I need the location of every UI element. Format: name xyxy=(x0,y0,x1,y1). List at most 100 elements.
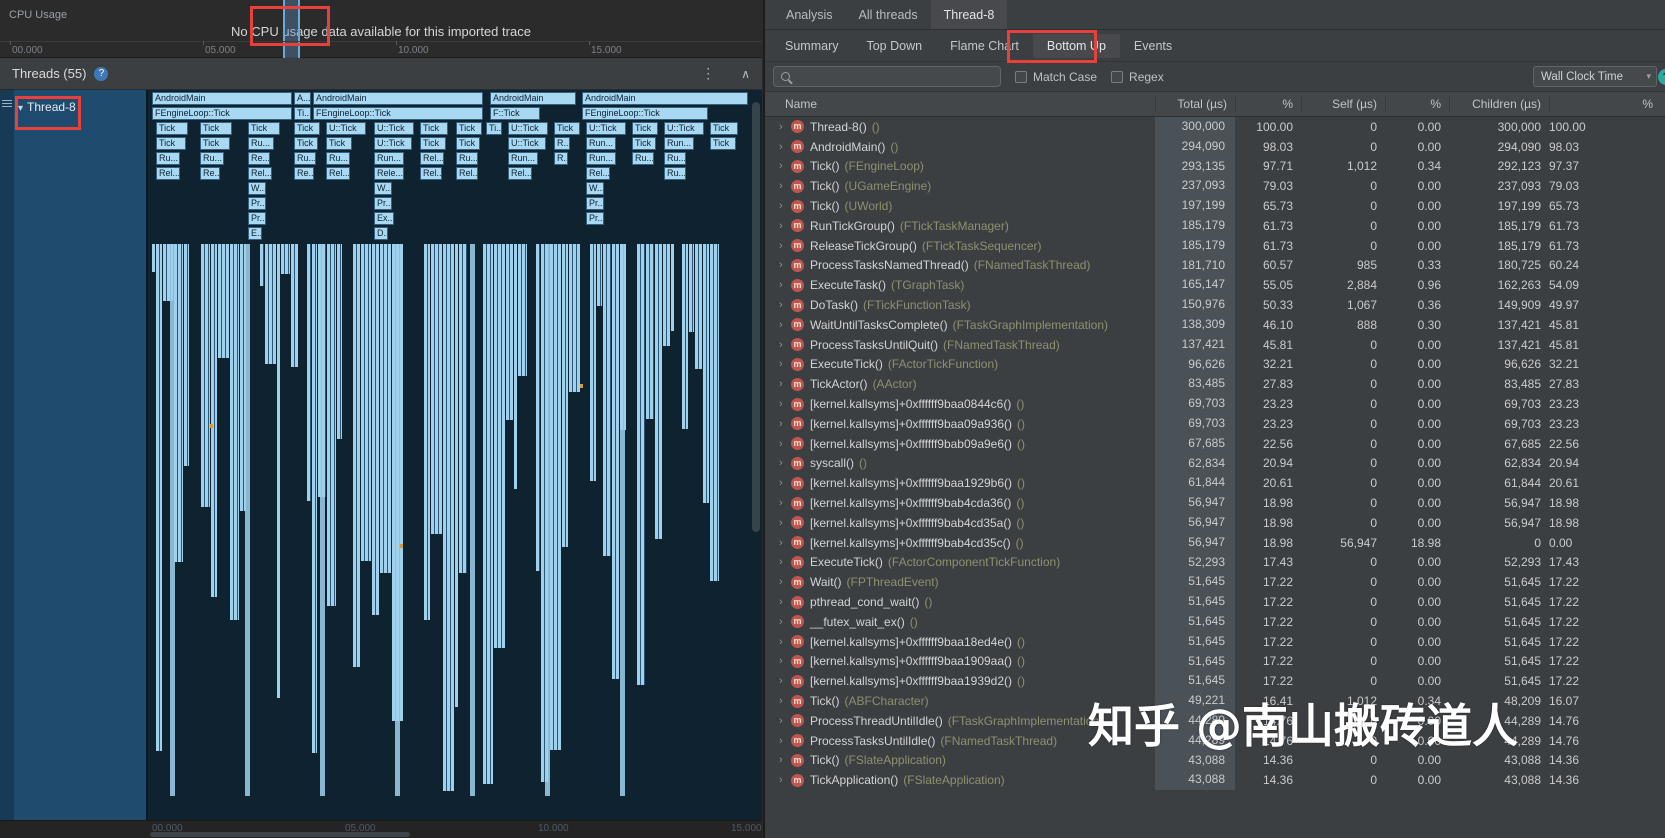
table-row[interactable]: › m ExecuteTick() (FActorComponentTickFunct… xyxy=(765,552,1665,573)
subtab-events[interactable]: Events xyxy=(1120,34,1186,58)
table-row[interactable]: › m Tick() (UGameEngine) 237,093 79.03 0 0.00 23… xyxy=(765,176,1665,197)
flame-column[interactable] xyxy=(455,244,458,707)
expand-chevron-icon[interactable]: › xyxy=(779,121,791,133)
column-header-1[interactable]: Total (µs) xyxy=(1155,97,1235,111)
expand-chevron-icon[interactable]: › xyxy=(779,636,791,648)
flame-block[interactable]: R... xyxy=(554,137,570,150)
flame-block[interactable]: Ru... xyxy=(156,152,180,165)
flame-block[interactable]: Run... xyxy=(586,152,616,165)
collapse-chevron-icon[interactable]: ∧ xyxy=(741,67,750,81)
vertical-scrollbar-thumb[interactable] xyxy=(752,102,760,532)
flame-column[interactable] xyxy=(689,244,694,332)
flame-block[interactable]: Ru... xyxy=(664,152,686,165)
flame-column[interactable] xyxy=(682,244,688,429)
tab-analysis[interactable]: Analysis xyxy=(773,0,846,29)
flame-block[interactable]: Tick xyxy=(632,122,658,135)
table-row[interactable]: › m Tick() (UWorld) 197,199 65.73 0 0.00 197,199… xyxy=(765,196,1665,216)
flame-block[interactable]: Ti... xyxy=(486,122,502,135)
table-row[interactable]: › m [kernel.kallsyms]+0xffffff9baa0844c6()… xyxy=(765,394,1665,414)
flame-column[interactable] xyxy=(431,244,442,534)
flame-block[interactable]: Pr... xyxy=(586,197,604,210)
flame-column[interactable] xyxy=(655,244,662,539)
expand-chevron-icon[interactable]: › xyxy=(779,735,791,747)
flame-column[interactable] xyxy=(327,244,336,606)
table-row[interactable]: › m [kernel.kallsyms]+0xffffff9bab09a9e6()… xyxy=(765,433,1665,454)
table-row[interactable]: › m [kernel.kallsyms]+0xffffff9bab4cd35a()… xyxy=(765,512,1665,533)
flame-column[interactable] xyxy=(218,244,229,358)
flame-block[interactable]: U::Tick xyxy=(374,137,412,150)
flame-block[interactable]: A... xyxy=(294,92,311,105)
column-header-5[interactable]: Children (µs) xyxy=(1449,97,1549,111)
expand-chevron-icon[interactable]: › xyxy=(779,517,791,529)
kebab-menu-icon[interactable]: ⋮ xyxy=(701,65,715,82)
flame-column[interactable] xyxy=(337,244,342,439)
expand-chevron-icon[interactable]: › xyxy=(779,141,791,153)
flame-column[interactable] xyxy=(590,244,596,481)
table-row[interactable]: › m [kernel.kallsyms]+0xffffff9baa1929b6()… xyxy=(765,473,1665,494)
flame-column[interactable] xyxy=(245,244,250,796)
flame-block[interactable]: Pr... xyxy=(586,212,604,225)
flame-column[interactable] xyxy=(174,244,183,562)
flame-block[interactable]: FEngineLoop::Tick xyxy=(582,107,708,120)
table-row[interactable]: › m Tick() (FEngineLoop) 293,135 97.71 1,012 0.… xyxy=(765,156,1665,177)
flame-column[interactable] xyxy=(514,244,517,489)
flame-column[interactable] xyxy=(152,244,155,272)
expand-chevron-icon[interactable]: › xyxy=(779,576,791,588)
table-row[interactable]: › m ReleaseTickGroup() (FTickTaskSequencer)… xyxy=(765,235,1665,256)
checkbox-box[interactable] xyxy=(1015,70,1027,83)
flame-block[interactable]: Tick xyxy=(456,137,480,150)
flame-block[interactable]: AndroidMain xyxy=(582,92,748,105)
expand-chevron-icon[interactable]: › xyxy=(779,358,791,370)
help-icon[interactable]: ? xyxy=(94,66,109,81)
column-header-4[interactable]: % xyxy=(1385,97,1449,111)
flame-block[interactable]: Re... xyxy=(294,167,314,180)
expand-chevron-icon[interactable]: › xyxy=(779,378,791,390)
flame-block[interactable]: U::Tick xyxy=(508,137,546,150)
regex-checkbox[interactable]: Regex xyxy=(1111,70,1164,84)
table-row[interactable]: › m RunTickGroup() (FTickTaskManager) 185,17… xyxy=(765,215,1665,236)
flame-column[interactable] xyxy=(562,244,568,547)
vertical-scrollbar[interactable] xyxy=(751,94,761,814)
expand-chevron-icon[interactable]: › xyxy=(779,240,791,252)
flame-column[interactable] xyxy=(550,244,561,750)
search-field[interactable] xyxy=(773,66,1001,87)
expand-chevron-icon[interactable]: › xyxy=(779,339,791,351)
flame-block[interactable]: Rel... xyxy=(420,152,444,165)
flame-block[interactable]: Rel... xyxy=(156,167,180,180)
flame-column[interactable] xyxy=(307,244,311,501)
expand-chevron-icon[interactable]: › xyxy=(779,259,791,271)
flame-column[interactable] xyxy=(395,244,400,796)
flame-block[interactable]: Run... xyxy=(664,137,694,150)
flame-block[interactable]: U::Tick xyxy=(508,122,548,135)
table-row[interactable]: › m WaitUntilTasksComplete() (FTaskGraphImp… xyxy=(765,314,1665,335)
table-row[interactable]: › m ExecuteTick() (FActorTickFunction) 96,62… xyxy=(765,354,1665,375)
flame-column[interactable] xyxy=(260,244,264,286)
table-row[interactable]: › m __futex_wait_ex() () 51,645 17.22 0 0.00 51,… xyxy=(765,611,1665,632)
subtab-top-down[interactable]: Top Down xyxy=(852,34,936,58)
flame-block[interactable]: Tick xyxy=(456,122,482,135)
expand-chevron-icon[interactable]: › xyxy=(779,160,791,172)
flame-block[interactable]: Ti... xyxy=(294,107,311,120)
expand-chevron-icon[interactable]: › xyxy=(779,220,791,232)
flame-column[interactable] xyxy=(494,244,505,648)
expand-chevron-icon[interactable]: › xyxy=(779,655,791,667)
flame-block[interactable]: FEngineLoop::Tick xyxy=(152,107,292,120)
flame-column[interactable] xyxy=(230,244,239,620)
expand-chevron-icon[interactable]: › xyxy=(779,477,791,489)
flame-block[interactable]: AndroidMain xyxy=(152,92,292,105)
flame-block[interactable]: W... xyxy=(374,182,392,195)
flame-column[interactable] xyxy=(170,244,175,796)
flame-column[interactable] xyxy=(265,244,276,364)
flame-block[interactable]: Tick xyxy=(200,137,230,150)
expand-chevron-icon[interactable]: › xyxy=(779,695,791,707)
flame-column[interactable] xyxy=(597,244,602,306)
flame-block[interactable]: Re... xyxy=(248,152,270,165)
flame-block[interactable]: Ru... xyxy=(326,152,350,165)
flame-block[interactable]: Tick xyxy=(420,122,448,135)
flame-block[interactable]: Rel... xyxy=(420,167,442,180)
flame-block[interactable]: Rel... xyxy=(508,167,532,180)
table-row[interactable]: › m TickActor() (AActor) 83,485 27.83 0 0.00 83,… xyxy=(765,374,1665,395)
search-input[interactable] xyxy=(796,69,1000,84)
flame-block[interactable]: Ru... xyxy=(248,137,274,150)
flame-block[interactable]: Tick xyxy=(294,137,318,150)
